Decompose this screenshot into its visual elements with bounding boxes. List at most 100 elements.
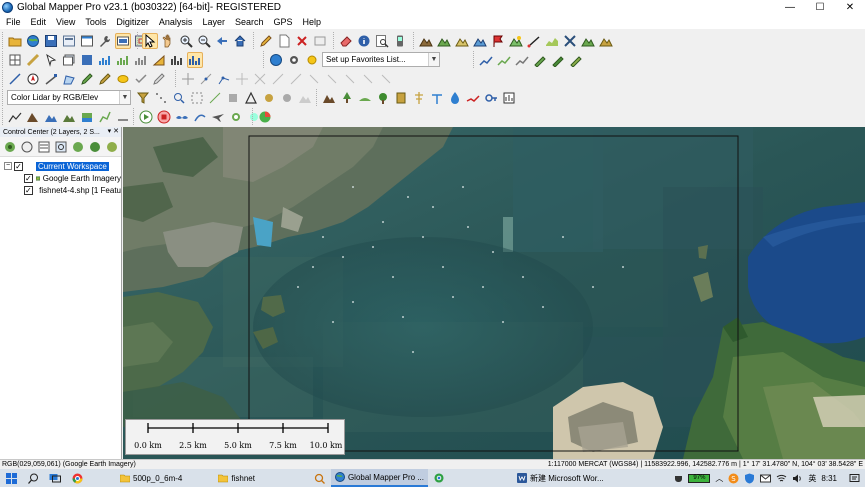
watershed-icon[interactable] <box>472 33 488 49</box>
tree-row-layer[interactable]: ✓ Google Earth Imagery <box>0 172 121 184</box>
close-button[interactable]: ✕ <box>835 0 865 15</box>
ime-indicator[interactable]: 英 <box>808 473 816 484</box>
map-view[interactable]: 0.0 km 2.5 km 5.0 km 7.5 km 10.0 km <box>123 127 865 459</box>
bar-chart-icon[interactable] <box>169 52 185 68</box>
lidar-pixel-icon[interactable] <box>225 90 241 106</box>
open-online-data-icon[interactable] <box>25 33 41 49</box>
taskbar-app-global-mapper[interactable]: Global Mapper Pro ... <box>330 469 428 487</box>
lidar-profile-icon[interactable] <box>496 52 512 68</box>
lidar-surface-icon[interactable] <box>297 90 313 106</box>
draw-pencil-icon[interactable] <box>79 71 95 87</box>
terrain-paint-icon[interactable] <box>43 109 59 125</box>
gps-device-icon[interactable] <box>392 33 408 49</box>
edit-vertex-icon[interactable] <box>43 71 59 87</box>
workspace-checkbox[interactable]: ✓ <box>14 161 23 171</box>
tree-classify-icon[interactable] <box>339 90 355 106</box>
layer-options-icon[interactable] <box>37 139 51 155</box>
building-icon[interactable] <box>393 90 409 106</box>
pan-hand-icon[interactable] <box>160 33 176 49</box>
lidar-search-icon[interactable] <box>171 90 187 106</box>
lidar-group-icon[interactable] <box>279 90 295 106</box>
maximize-button[interactable]: ☐ <box>805 0 835 15</box>
lidar-filter-icon[interactable] <box>135 90 151 106</box>
menu-tools[interactable]: Tools <box>85 17 106 27</box>
settings-panel-icon[interactable] <box>79 33 95 49</box>
menu-layer[interactable]: Layer <box>202 17 225 27</box>
flatten-icon[interactable] <box>115 109 131 125</box>
rotate-icon[interactable] <box>234 71 250 87</box>
menu-digitizer[interactable]: Digitizer <box>116 17 149 27</box>
menu-view[interactable]: View <box>56 17 75 27</box>
lidar-classify-icon[interactable] <box>514 52 530 68</box>
buffer-icon[interactable] <box>324 71 340 87</box>
new-feature-icon[interactable] <box>276 33 292 49</box>
simplify-icon[interactable] <box>360 71 376 87</box>
layer-diagram-icon[interactable] <box>115 52 131 68</box>
draw-line-icon[interactable] <box>7 71 23 87</box>
search-app-icon[interactable] <box>309 469 331 487</box>
lidar-color-combo[interactable]: Color Lidar by RGB/Elev ▼ <box>7 90 131 105</box>
minimize-button[interactable]: — <box>775 0 805 15</box>
taskbar-app-folder[interactable]: fishnet <box>214 469 259 487</box>
search-icon[interactable] <box>22 469 44 487</box>
raster-calc-icon[interactable] <box>79 52 95 68</box>
battery-indicator[interactable]: 97% <box>688 473 711 483</box>
save-icon[interactable] <box>43 33 59 49</box>
menu-file[interactable]: File <box>6 17 21 27</box>
select-arrow-icon[interactable] <box>142 32 158 49</box>
fly-path-icon[interactable] <box>192 109 208 125</box>
find-icon[interactable] <box>374 33 390 49</box>
grid-view-icon[interactable] <box>7 52 23 68</box>
slope-icon[interactable] <box>151 52 167 68</box>
reshape-icon[interactable] <box>378 71 394 87</box>
tree-row-workspace[interactable]: − ✓ Current Workspace <box>0 160 121 172</box>
3d-view-icon[interactable] <box>598 33 614 49</box>
elevation-icon[interactable] <box>97 52 113 68</box>
peak-icon[interactable] <box>25 109 41 125</box>
scale-icon[interactable] <box>252 71 268 87</box>
lidar-qc-icon[interactable] <box>501 90 517 106</box>
layer-checkbox[interactable]: ✓ <box>24 173 33 183</box>
lidar-brush-icon[interactable] <box>568 52 584 68</box>
zoom-out-icon[interactable] <box>196 33 212 49</box>
measure-icon[interactable] <box>25 52 41 68</box>
viewshed-icon[interactable] <box>508 33 524 49</box>
histogram-icon[interactable] <box>187 51 203 68</box>
task-view-icon[interactable] <box>44 469 66 487</box>
split-line-icon[interactable] <box>270 71 286 87</box>
layer-stack-icon[interactable] <box>61 52 77 68</box>
home-icon[interactable] <box>232 33 248 49</box>
menu-analysis[interactable]: Analysis <box>159 17 193 27</box>
pencil-icon[interactable] <box>258 33 274 49</box>
route-icon[interactable] <box>97 109 113 125</box>
layer-display-icon[interactable] <box>115 32 131 49</box>
battery-plug-icon[interactable] <box>674 473 683 483</box>
stop-icon[interactable] <box>156 109 172 125</box>
feature-info-icon[interactable] <box>43 52 59 68</box>
pixel-tool-icon[interactable] <box>133 52 149 68</box>
taskbar-app-chrome[interactable] <box>430 469 451 487</box>
chevron-up-icon[interactable]: ︿ <box>715 473 723 484</box>
menu-search[interactable]: Search <box>235 17 264 27</box>
node-edit-icon[interactable] <box>216 71 232 87</box>
notification-icon[interactable] <box>849 473 860 484</box>
breakline-icon[interactable] <box>465 90 481 106</box>
move-crosshair-icon[interactable] <box>180 71 196 87</box>
windows-start-icon[interactable] <box>0 469 22 487</box>
wrench-icon[interactable] <box>97 33 113 49</box>
pole-icon[interactable] <box>429 90 445 106</box>
globe-3d-icon[interactable] <box>268 52 284 68</box>
terrain-icon[interactable] <box>418 33 434 49</box>
chevron-down-icon[interactable]: ▼ <box>119 91 130 104</box>
line-of-sight-icon[interactable] <box>526 33 542 49</box>
draw-area-icon[interactable] <box>61 71 77 87</box>
back-arrow-icon[interactable] <box>214 33 230 49</box>
combine-terrain-icon[interactable] <box>562 33 578 49</box>
power-line-icon[interactable] <box>411 90 427 106</box>
layer-up-icon[interactable] <box>71 139 85 155</box>
open-data-icon[interactable] <box>3 139 17 155</box>
snap-icon[interactable] <box>306 71 322 87</box>
metadata-icon[interactable] <box>20 139 34 155</box>
terrain-ridge-icon[interactable] <box>61 109 77 125</box>
join-line-icon[interactable] <box>288 71 304 87</box>
